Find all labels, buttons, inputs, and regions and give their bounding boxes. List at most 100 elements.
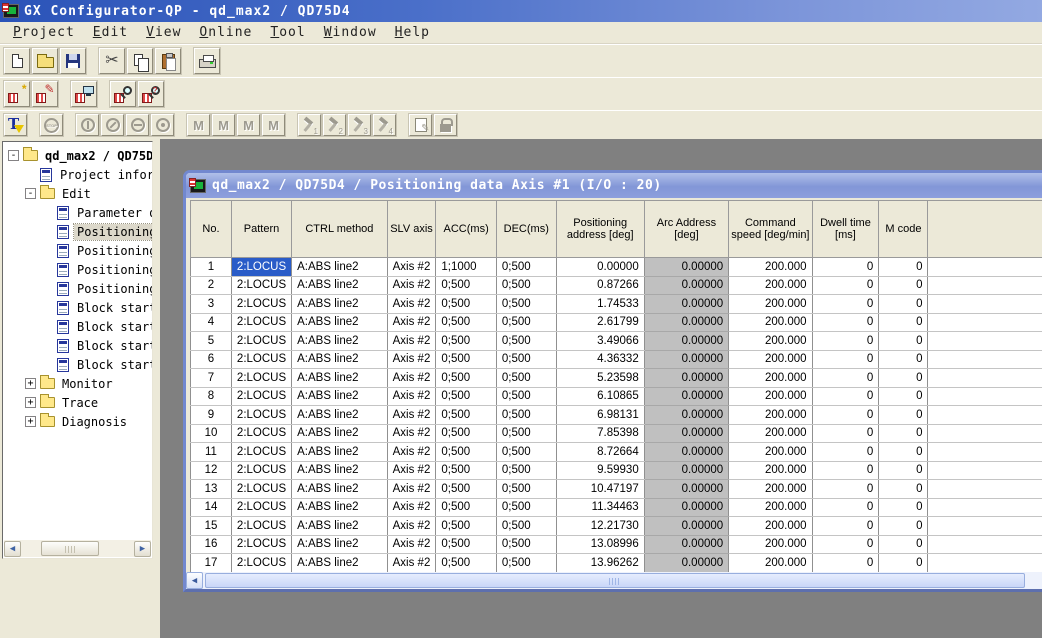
cell-dwell-time-ms-row-2[interactable]: 0	[812, 276, 879, 295]
cell-slv-axis-row-9[interactable]: Axis #2	[387, 406, 436, 425]
cell-ctrl-method-row-6[interactable]: A:ABS line2	[292, 350, 388, 369]
scroll-left-button[interactable]: ◀	[4, 541, 21, 557]
cell-spare-row-10[interactable]	[928, 424, 1042, 443]
save-project-button[interactable]	[60, 48, 86, 74]
expand-icon[interactable]: +	[25, 397, 36, 408]
cell-ctrl-method-row-12[interactable]: A:ABS line2	[292, 461, 388, 480]
cell-m-code-row-16[interactable]: 0	[879, 535, 928, 554]
cell-dec-ms-row-2[interactable]: 0;500	[496, 276, 556, 295]
cell-m-code-row-13[interactable]: 0	[879, 480, 928, 499]
tree-item-monitor[interactable]: +Monitor	[3, 374, 152, 393]
cell-ctrl-method-row-10[interactable]: A:ABS line2	[292, 424, 388, 443]
cell-slv-axis-row-5[interactable]: Axis #2	[387, 332, 436, 351]
m-code-off-button-3[interactable]: M	[237, 114, 260, 136]
cell-dwell-time-ms-row-4[interactable]: 0	[812, 313, 879, 332]
cell-pattern-row-16[interactable]: 2:LOCUS	[231, 535, 291, 554]
cell-dwell-time-ms-row-14[interactable]: 0	[812, 498, 879, 517]
cell-spare-row-7[interactable]	[928, 369, 1042, 388]
m-code-off-button-2[interactable]: M	[212, 114, 235, 136]
cell-m-code-row-6[interactable]: 0	[879, 350, 928, 369]
open-project-button[interactable]	[32, 48, 58, 74]
tree-item-block-start[interactable]: Block start	[3, 336, 152, 355]
cell-arc-address-deg-row-15[interactable]: 0.00000	[644, 517, 728, 536]
cell-slv-axis-row-4[interactable]: Axis #2	[387, 313, 436, 332]
cell-ctrl-method-row-4[interactable]: A:ABS line2	[292, 313, 388, 332]
axis-operation-button-3[interactable]	[126, 114, 149, 136]
cell-no-row-7[interactable]: 7	[191, 369, 232, 388]
cell-spare-row-2[interactable]	[928, 276, 1042, 295]
cell-arc-address-deg-row-6[interactable]: 0.00000	[644, 350, 728, 369]
cell-pattern-row-8[interactable]: 2:LOCUS	[231, 387, 291, 406]
test-operation-button-1[interactable]: 1	[298, 114, 321, 136]
cell-dwell-time-ms-row-13[interactable]: 0	[812, 480, 879, 499]
cell-dwell-time-ms-row-7[interactable]: 0	[812, 369, 879, 388]
cell-ctrl-method-row-2[interactable]: A:ABS line2	[292, 276, 388, 295]
cell-no-row-11[interactable]: 11	[191, 443, 232, 462]
menu-window[interactable]: Window	[315, 23, 386, 43]
scrollbar-thumb[interactable]	[205, 573, 1025, 588]
menu-online[interactable]: Online	[190, 23, 261, 43]
cell-spare-row-9[interactable]	[928, 406, 1042, 425]
cell-no-row-4[interactable]: 4	[191, 313, 232, 332]
tree-item-positioning[interactable]: Positioning	[3, 222, 152, 241]
menu-view[interactable]: View	[137, 23, 190, 43]
cell-positioning-address-deg-row-11[interactable]: 8.72664	[556, 443, 644, 462]
cell-acc-ms-row-9[interactable]: 0;500	[436, 406, 497, 425]
cell-acc-ms-row-15[interactable]: 0;500	[436, 517, 497, 536]
cell-dec-ms-row-8[interactable]: 0;500	[496, 387, 556, 406]
teaching-button[interactable]: T	[4, 114, 27, 136]
cell-slv-axis-row-3[interactable]: Axis #2	[387, 295, 436, 314]
expand-icon[interactable]: +	[25, 416, 36, 427]
cell-ctrl-method-row-7[interactable]: A:ABS line2	[292, 369, 388, 388]
cell-command-speed-deg-min-row-13[interactable]: 200.000	[729, 480, 812, 499]
cell-acc-ms-row-13[interactable]: 0;500	[436, 480, 497, 499]
cell-slv-axis-row-15[interactable]: Axis #2	[387, 517, 436, 536]
cell-no-row-2[interactable]: 2	[191, 276, 232, 295]
cell-dec-ms-row-9[interactable]: 0;500	[496, 406, 556, 425]
cell-pattern-row-1[interactable]: 2:LOCUS	[231, 258, 291, 277]
cell-dec-ms-row-4[interactable]: 0;500	[496, 313, 556, 332]
axis-operation-button-1[interactable]	[76, 114, 99, 136]
cell-no-row-10[interactable]: 10	[191, 424, 232, 443]
cell-slv-axis-row-12[interactable]: Axis #2	[387, 461, 436, 480]
collapse-icon[interactable]: -	[8, 150, 19, 161]
cell-no-row-17[interactable]: 17	[191, 554, 232, 573]
cell-command-speed-deg-min-row-14[interactable]: 200.000	[729, 498, 812, 517]
cell-positioning-address-deg-row-2[interactable]: 0.87266	[556, 276, 644, 295]
cell-command-speed-deg-min-row-1[interactable]: 200.000	[729, 258, 812, 277]
cell-dec-ms-row-3[interactable]: 0;500	[496, 295, 556, 314]
tree-item-project-inform[interactable]: Project inform	[3, 165, 152, 184]
scroll-right-button[interactable]: ▶	[134, 541, 151, 557]
cell-command-speed-deg-min-row-6[interactable]: 200.000	[729, 350, 812, 369]
cell-dwell-time-ms-row-5[interactable]: 0	[812, 332, 879, 351]
cell-dwell-time-ms-row-8[interactable]: 0	[812, 387, 879, 406]
tree-item-positioning[interactable]: Positioning	[3, 241, 152, 260]
stop-button[interactable]: STOP	[40, 114, 63, 136]
cell-positioning-address-deg-row-14[interactable]: 11.34463	[556, 498, 644, 517]
cell-m-code-row-8[interactable]: 0	[879, 387, 928, 406]
cell-command-speed-deg-min-row-7[interactable]: 200.000	[729, 369, 812, 388]
cell-slv-axis-row-10[interactable]: Axis #2	[387, 424, 436, 443]
cell-no-row-15[interactable]: 15	[191, 517, 232, 536]
cell-ctrl-method-row-13[interactable]: A:ABS line2	[292, 480, 388, 499]
document-titlebar[interactable]: qd_max2 / QD75D4 / Positioning data Axis…	[186, 173, 1042, 198]
cell-pattern-row-6[interactable]: 2:LOCUS	[231, 350, 291, 369]
cell-no-row-8[interactable]: 8	[191, 387, 232, 406]
cell-dec-ms-row-1[interactable]: 0;500	[496, 258, 556, 277]
cell-positioning-address-deg-row-5[interactable]: 3.49066	[556, 332, 644, 351]
cell-slv-axis-row-2[interactable]: Axis #2	[387, 276, 436, 295]
cell-arc-address-deg-row-16[interactable]: 0.00000	[644, 535, 728, 554]
cell-spare-row-13[interactable]	[928, 480, 1042, 499]
cell-no-row-16[interactable]: 16	[191, 535, 232, 554]
cell-pattern-row-7[interactable]: 2:LOCUS	[231, 369, 291, 388]
cell-positioning-address-deg-row-8[interactable]: 6.10865	[556, 387, 644, 406]
cell-no-row-12[interactable]: 12	[191, 461, 232, 480]
cell-pattern-row-4[interactable]: 2:LOCUS	[231, 313, 291, 332]
cell-m-code-row-7[interactable]: 0	[879, 369, 928, 388]
cell-pattern-row-12[interactable]: 2:LOCUS	[231, 461, 291, 480]
scroll-left-button[interactable]: ◀	[186, 572, 203, 589]
cell-positioning-address-deg-row-12[interactable]: 9.59930	[556, 461, 644, 480]
cell-acc-ms-row-2[interactable]: 0;500	[436, 276, 497, 295]
cell-pattern-row-9[interactable]: 2:LOCUS	[231, 406, 291, 425]
cell-command-speed-deg-min-row-11[interactable]: 200.000	[729, 443, 812, 462]
